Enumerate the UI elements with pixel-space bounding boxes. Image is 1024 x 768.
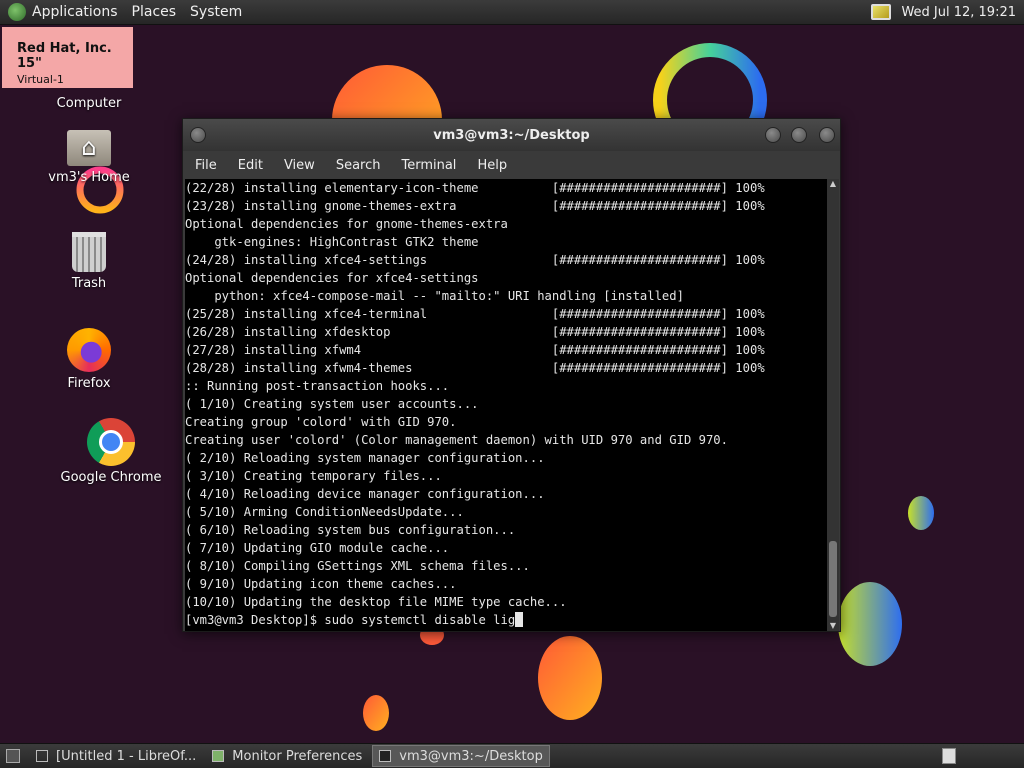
terminal-line: gtk-engines: HighContrast GTK2 theme xyxy=(185,235,479,249)
terminal-line: ( 3/10) Creating temporary files... xyxy=(185,469,442,483)
wallpaper-shape xyxy=(538,636,602,720)
taskbar-item-monitor-preferences[interactable]: Monitor Preferences xyxy=(206,745,368,767)
scroll-up-arrow-icon[interactable]: ▲ xyxy=(827,179,839,189)
terminal-line: (10/10) Updating the desktop file MIME t… xyxy=(185,595,567,609)
terminal-line: (24/28) installing xfce4-settings [#####… xyxy=(185,253,765,267)
terminal-output[interactable]: (22/28) installing elementary-icon-theme… xyxy=(185,179,827,631)
menu-applications[interactable]: Applications xyxy=(32,4,118,20)
taskbar-item-label: Monitor Preferences xyxy=(232,748,363,764)
monitor-identification-label: Red Hat, Inc. 15" Virtual-1 xyxy=(2,27,133,88)
desktop-icon-label: Firefox xyxy=(67,376,111,391)
terminal-line: ( 6/10) Reloading system bus configurati… xyxy=(185,523,516,537)
workspace-switcher[interactable] xyxy=(942,748,956,764)
desktop-icon-label: vm3's Home xyxy=(48,170,130,185)
top-panel: Applications Places System Wed Jul 12, 1… xyxy=(0,0,1024,25)
monitor-icon xyxy=(212,750,225,762)
clock[interactable]: Wed Jul 12, 19:21 xyxy=(901,5,1016,20)
terminal-line: Optional dependencies for gnome-themes-e… xyxy=(185,217,508,231)
terminal-line: ( 1/10) Creating system user accounts... xyxy=(185,397,479,411)
terminal-line: (26/28) installing xfdesktop [##########… xyxy=(185,325,765,339)
terminal-lines: (22/28) installing elementary-icon-theme… xyxy=(185,179,827,611)
maximize-button[interactable] xyxy=(791,127,807,143)
display-settings-icon[interactable] xyxy=(871,4,892,20)
menu-edit[interactable]: Edit xyxy=(230,158,271,173)
terminal-line: Optional dependencies for xfce4-settings xyxy=(185,271,479,285)
terminal-line: Creating user 'colord' (Color management… xyxy=(185,433,728,447)
terminal-menubar: File Edit View Search Terminal Help xyxy=(183,151,840,179)
menu-search[interactable]: Search xyxy=(328,158,389,173)
terminal-scrollbar[interactable]: ▲ ▼ xyxy=(827,179,839,631)
menu-view[interactable]: View xyxy=(276,158,323,173)
chrome-icon xyxy=(87,418,135,466)
terminal-line: ( 2/10) Reloading system manager configu… xyxy=(185,451,545,465)
window-titlebar[interactable]: vm3@vm3:~/Desktop xyxy=(183,119,840,151)
taskbar-item-label: [Untitled 1 - LibreOf... xyxy=(56,748,197,764)
home-folder-icon xyxy=(67,130,111,166)
desktop-icon-computer[interactable]: Computer xyxy=(34,96,144,111)
monitor-name: Red Hat, Inc. 15" xyxy=(17,41,112,71)
scroll-down-arrow-icon[interactable]: ▼ xyxy=(827,621,839,631)
menu-terminal[interactable]: Terminal xyxy=(393,158,464,173)
window-menu-icon[interactable] xyxy=(190,127,206,143)
document-icon xyxy=(36,750,48,762)
terminal-line: (22/28) installing elementary-icon-theme… xyxy=(185,181,765,195)
terminal-line: ( 4/10) Reloading device manager configu… xyxy=(185,487,545,501)
terminal-prompt: [vm3@vm3 Desktop]$ sudo systemctl disabl… xyxy=(185,613,516,627)
menu-places[interactable]: Places xyxy=(132,4,177,20)
terminal-line: (28/28) installing xfwm4-themes [#######… xyxy=(185,361,765,375)
menu-system[interactable]: System xyxy=(190,4,242,20)
bottom-panel: [Untitled 1 - LibreOf... Monitor Prefere… xyxy=(0,743,1024,768)
desktop-icon-label: Trash xyxy=(71,276,107,291)
terminal-line: ( 7/10) Updating GIO module cache... xyxy=(185,541,450,555)
taskbar-item-label: vm3@vm3:~/Desktop xyxy=(399,748,543,764)
terminal-line: ( 8/10) Compiling GSettings XML schema f… xyxy=(185,559,530,573)
wallpaper-shape xyxy=(838,582,902,666)
text-cursor xyxy=(515,612,524,627)
terminal-prompt-line[interactable]: [vm3@vm3 Desktop]$ sudo systemctl disabl… xyxy=(185,611,827,629)
close-button[interactable] xyxy=(819,127,835,143)
scrollbar-thumb[interactable] xyxy=(829,541,837,617)
terminal-line: (23/28) installing gnome-themes-extra [#… xyxy=(185,199,765,213)
show-desktop-button[interactable] xyxy=(6,749,20,763)
desktop-icon-firefox[interactable]: Firefox xyxy=(34,328,144,391)
terminal-line: ( 9/10) Updating icon theme caches... xyxy=(185,577,457,591)
menu-file[interactable]: File xyxy=(187,158,225,173)
terminal-line: (27/28) installing xfwm4 [##############… xyxy=(185,343,765,357)
wallpaper-shape xyxy=(908,496,934,530)
taskbar-item-terminal[interactable]: vm3@vm3:~/Desktop xyxy=(372,745,550,767)
terminal-icon xyxy=(379,750,392,762)
firefox-icon xyxy=(67,328,111,372)
desktop-icon-label: Google Chrome xyxy=(60,470,162,485)
desktop-icon-trash[interactable]: Trash xyxy=(34,232,144,291)
distro-logo-icon[interactable] xyxy=(8,3,26,21)
terminal-line: ( 5/10) Arming ConditionNeedsUpdate... xyxy=(185,505,464,519)
monitor-output: Virtual-1 xyxy=(17,73,64,86)
terminal-line: Creating group 'colord' with GID 970. xyxy=(185,415,457,429)
trash-icon xyxy=(72,232,106,272)
desktop-icon-home[interactable]: vm3's Home xyxy=(34,130,144,185)
menu-help[interactable]: Help xyxy=(469,158,515,173)
terminal-window[interactable]: vm3@vm3:~/Desktop File Edit View Search … xyxy=(182,118,841,632)
terminal-line: (25/28) installing xfce4-terminal [#####… xyxy=(185,307,765,321)
terminal-line: :: Running post-transaction hooks... xyxy=(185,379,450,393)
minimize-button[interactable] xyxy=(765,127,781,143)
wallpaper-shape xyxy=(363,695,389,731)
taskbar-item-libreoffice[interactable]: [Untitled 1 - LibreOf... xyxy=(30,745,202,767)
terminal-line: python: xfce4-compose-mail -- "mailto:" … xyxy=(185,289,684,303)
window-title: vm3@vm3:~/Desktop xyxy=(433,127,590,143)
desktop-icon-label: Computer xyxy=(56,96,122,111)
desktop-icon-chrome[interactable]: Google Chrome xyxy=(56,418,166,485)
